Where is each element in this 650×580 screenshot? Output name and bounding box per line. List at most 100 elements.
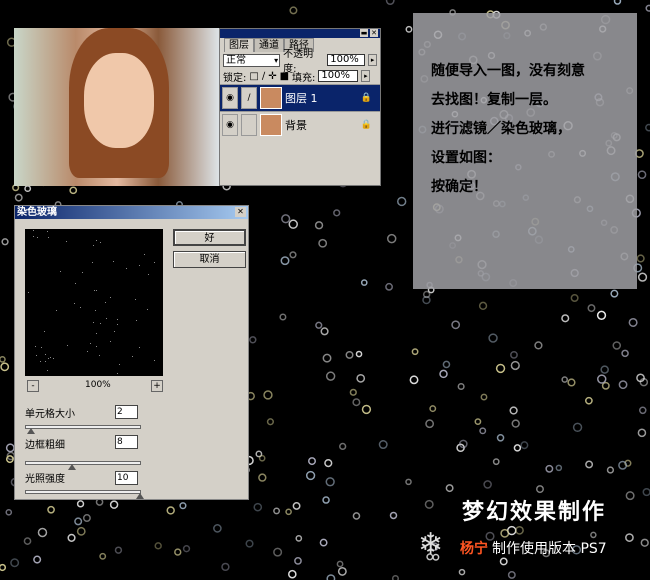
glass-dot	[429, 405, 437, 413]
slider-knob[interactable]	[26, 428, 35, 434]
glass-dot	[397, 196, 407, 207]
glass-dot	[0, 362, 10, 372]
ok-button[interactable]: 好	[173, 229, 246, 246]
glass-dot	[637, 272, 648, 282]
zoom-in-button[interactable]: +	[151, 380, 163, 392]
preview-dot	[65, 240, 67, 242]
layer-row[interactable]: ◉ ∕ 图层 1 🔒	[220, 84, 380, 111]
glass-dot	[587, 304, 596, 313]
close-icon[interactable]: ✕	[235, 207, 246, 217]
glass-dot	[352, 512, 361, 520]
glass-dot	[520, 441, 529, 450]
glass-dot	[182, 545, 191, 553]
minimize-icon[interactable]: ▬	[360, 29, 368, 37]
glass-dot	[179, 502, 187, 510]
cell-size-input[interactable]: 2	[115, 405, 138, 419]
glass-dot	[405, 25, 413, 33]
preview-dot	[36, 237, 38, 239]
glass-dot	[280, 256, 290, 266]
glass-dot	[645, 4, 650, 12]
glass-dot	[513, 444, 522, 452]
preview-dot	[154, 262, 156, 264]
glass-dot	[567, 378, 576, 387]
preview-dot	[66, 345, 68, 347]
glass-dot	[425, 419, 435, 429]
glass-dot	[245, 539, 254, 548]
glass-dot	[273, 547, 283, 557]
eye-icon[interactable]: ◉	[222, 87, 238, 109]
lock-label: 锁定:	[223, 72, 247, 84]
preview-dot	[32, 230, 34, 232]
lock-move-icon[interactable]: ✛	[268, 71, 276, 82]
cell-size-label: 单元格大小	[25, 409, 75, 420]
glass-dot	[391, 575, 399, 580]
slider-knob[interactable]	[67, 464, 76, 470]
filter-preview[interactable]	[25, 229, 163, 376]
close-icon[interactable]: ✕	[370, 29, 378, 37]
glass-dot	[324, 458, 333, 468]
tab-channels[interactable]: 通道	[254, 38, 284, 52]
light-intensity-input[interactable]: 10	[115, 471, 138, 485]
glass-dot	[621, 349, 629, 358]
zoom-out-button[interactable]: -	[27, 380, 39, 392]
opacity-input[interactable]: 100%	[327, 54, 366, 66]
blend-mode-select[interactable]: 正常	[223, 53, 281, 67]
preview-dot	[55, 310, 57, 312]
layer-name: 背景	[285, 119, 307, 132]
cell-size-slider[interactable]	[25, 425, 141, 434]
preview-dot	[46, 369, 48, 371]
border-thickness-input[interactable]: 8	[115, 435, 138, 449]
lock-paint-icon[interactable]: ∕	[262, 71, 265, 82]
glass-dot	[174, 548, 182, 556]
layer-row[interactable]: ◉ 背景 🔒	[220, 111, 380, 138]
glass-dot	[37, 527, 48, 538]
preview-dot	[116, 319, 118, 321]
glass-dot	[326, 574, 336, 580]
glass-dot	[585, 396, 593, 405]
layer-thumbnail	[260, 114, 282, 136]
glass-dot	[295, 535, 303, 542]
glass-dot	[82, 514, 91, 522]
glass-dot	[590, 531, 597, 539]
glass-dot	[361, 404, 372, 415]
opacity-arrow-icon[interactable]: ▸	[368, 54, 377, 66]
preview-dot	[116, 372, 118, 374]
tab-layers[interactable]: 图层	[224, 38, 254, 52]
border-thickness-label: 边框粗细	[25, 440, 65, 451]
zoom-level: 100%	[85, 380, 111, 390]
border-thickness-slider[interactable]	[25, 461, 141, 470]
preview-dot	[34, 345, 36, 347]
preview-dot	[45, 361, 47, 363]
glass-dot	[642, 487, 650, 497]
preview-dot	[147, 309, 149, 311]
glass-dot	[314, 221, 324, 230]
glass-dot	[637, 170, 647, 180]
glass-dot	[289, 6, 298, 15]
glass-dot	[389, 511, 398, 520]
glass-dot	[294, 557, 302, 565]
instruction-note: 随便导入一图，没有刻意 去找图！复制一层。 进行滤镜／染色玻璃， 设置如图： 按…	[413, 13, 637, 289]
light-intensity-slider[interactable]	[25, 490, 144, 499]
note-line: 设置如图：	[431, 150, 501, 166]
glass-dot	[319, 538, 328, 547]
glass-dot	[305, 470, 316, 481]
glass-dot	[625, 533, 634, 542]
slider-knob[interactable]	[136, 493, 144, 499]
preview-dot	[39, 360, 41, 362]
cancel-button[interactable]: 取消	[173, 251, 246, 268]
lock-all-icon[interactable]: ■	[280, 71, 289, 82]
lock-transparency-icon[interactable]: □	[249, 71, 258, 82]
fill-input[interactable]: 100%	[318, 70, 359, 82]
eye-icon[interactable]: ◉	[222, 114, 238, 136]
glass-dot	[492, 458, 500, 466]
glass-dot	[339, 442, 347, 451]
glass-dot	[613, 0, 622, 5]
glass-dot	[585, 460, 594, 469]
preview-dot	[92, 322, 94, 324]
fill-arrow-icon[interactable]: ▸	[361, 70, 371, 82]
glass-dot	[510, 360, 520, 371]
lock-icon: 🔒	[360, 120, 372, 130]
glass-dot	[273, 507, 281, 515]
glass-dot	[442, 360, 451, 369]
layer-thumbnail	[260, 87, 282, 109]
